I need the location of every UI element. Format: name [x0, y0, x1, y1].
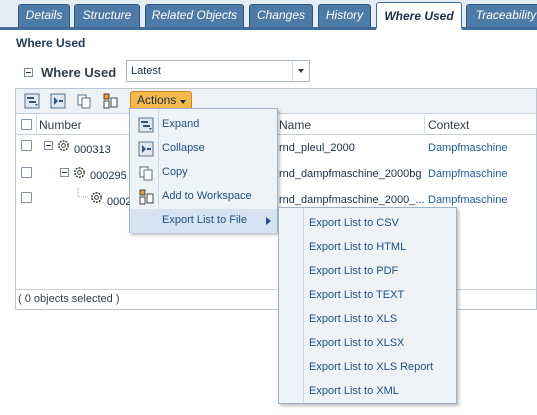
menu-item-collapse[interactable]: Collapse	[130, 137, 277, 161]
selection-count: ( 0 objects selected )	[18, 293, 120, 305]
column-divider	[36, 115, 37, 135]
menu-item-label: Export List to XLS	[309, 313, 398, 325]
version-filter-select[interactable]: Latest	[126, 60, 310, 82]
menu-item-export-text[interactable]: Export List to TEXT	[279, 284, 456, 308]
column-header-number[interactable]: Number	[39, 118, 82, 132]
row-checkbox[interactable]	[21, 167, 32, 178]
menu-item-label: Export List to XML	[309, 385, 399, 397]
row-number[interactable]: 0002	[107, 196, 131, 208]
page-title: Where Used	[16, 36, 86, 50]
menu-item-export-xls[interactable]: Export List to XLS	[279, 308, 456, 332]
menu-item-label: Copy	[162, 166, 188, 178]
copy-icon	[139, 166, 153, 181]
export-submenu: Export List to CSV Export List to HTML E…	[278, 207, 457, 404]
menu-item-label: Export List to XLS Report	[309, 361, 434, 373]
tab-related-objects[interactable]: Related Objects	[145, 4, 244, 27]
row-context-link[interactable]: Dampfmaschine	[428, 168, 507, 180]
menu-item-export-xlsx[interactable]: Export List to XLSX	[279, 332, 456, 356]
row-number[interactable]: 000313	[74, 144, 111, 156]
menu-item-add-to-workspace[interactable]: Add to Workspace	[130, 185, 277, 209]
tab-history[interactable]: History	[318, 4, 371, 27]
menu-item-label: Export List to XLSX	[309, 337, 405, 349]
tree-collapse-icon[interactable]	[44, 141, 53, 150]
actions-menu: Expand Collapse Copy Add to Workspace Ex…	[129, 108, 278, 233]
expand-icon	[138, 117, 154, 133]
selection-status: ( 0 objects selected )	[16, 289, 536, 309]
tree-collapse-icon[interactable]	[60, 168, 69, 177]
version-filter-value: Latest	[131, 65, 161, 77]
gear-icon	[74, 167, 85, 178]
row-checkbox[interactable]	[21, 192, 32, 203]
gear-icon	[58, 140, 69, 151]
copy-icon[interactable]	[76, 93, 92, 109]
row-number[interactable]: 000295	[90, 170, 127, 182]
menu-item-label: Export List to CSV	[309, 217, 399, 229]
tab-where-used[interactable]: Where Used	[376, 2, 462, 30]
gear-icon	[91, 192, 102, 203]
menu-item-export-xml[interactable]: Export List to XML	[279, 380, 456, 404]
menu-item-label: Export List to PDF	[309, 265, 399, 277]
tab-traceability[interactable]: Traceability	[466, 4, 537, 27]
menu-item-export-xls-report[interactable]: Export List to XLS Report	[279, 356, 456, 380]
menu-item-export-pdf[interactable]: Export List to PDF	[279, 260, 456, 284]
menu-item-label: Export List to TEXT	[309, 289, 405, 301]
tab-bar: Details Structure Related Objects Change…	[0, 0, 537, 30]
expand-icon[interactable]	[24, 93, 40, 109]
column-divider	[424, 115, 425, 135]
menu-item-label: Export List to HTML	[309, 241, 407, 253]
collapse-icon[interactable]	[50, 93, 66, 109]
row-context-link[interactable]: Dampfmaschine	[428, 142, 507, 154]
workspace-icon[interactable]	[102, 93, 118, 109]
menu-item-label: Collapse	[162, 142, 205, 154]
chevron-right-icon	[266, 217, 271, 225]
actions-button-label: Actions	[137, 93, 177, 107]
row-name: rnd_dampfmaschine_2000_...	[279, 194, 425, 206]
tab-changes[interactable]: Changes	[249, 4, 313, 27]
column-header-name[interactable]: Name	[279, 118, 311, 132]
row-name: rnd_pleul_2000	[279, 142, 355, 154]
tree-connector	[77, 188, 89, 198]
menu-item-export-csv[interactable]: Export List to CSV	[279, 212, 456, 236]
tab-structure[interactable]: Structure	[74, 4, 140, 27]
menu-item-label: Export List to File	[162, 214, 247, 226]
menu-item-expand[interactable]: Expand	[130, 113, 277, 137]
menu-item-label: Add to Workspace	[162, 190, 252, 202]
where-used-label: Where Used	[41, 65, 117, 80]
menu-item-export-list-to-file[interactable]: Export List to File	[130, 209, 277, 233]
collapse-section-icon[interactable]	[24, 68, 33, 77]
chevron-down-icon[interactable]	[292, 61, 309, 81]
caret-down-icon	[180, 100, 186, 104]
row-context-link[interactable]: Dampfmaschine	[428, 194, 507, 206]
menu-item-copy[interactable]: Copy	[130, 161, 277, 185]
column-header-context[interactable]: Context	[428, 118, 469, 132]
select-all-checkbox[interactable]	[21, 119, 32, 130]
collapse-icon	[138, 141, 154, 157]
workspace-icon	[139, 189, 154, 205]
row-checkbox[interactable]	[21, 140, 32, 151]
menu-item-export-html[interactable]: Export List to HTML	[279, 236, 456, 260]
menu-item-label: Expand	[162, 118, 200, 130]
row-name: rnd_dampfmaschine_2000bg	[279, 168, 422, 180]
tab-details[interactable]: Details	[18, 4, 70, 27]
